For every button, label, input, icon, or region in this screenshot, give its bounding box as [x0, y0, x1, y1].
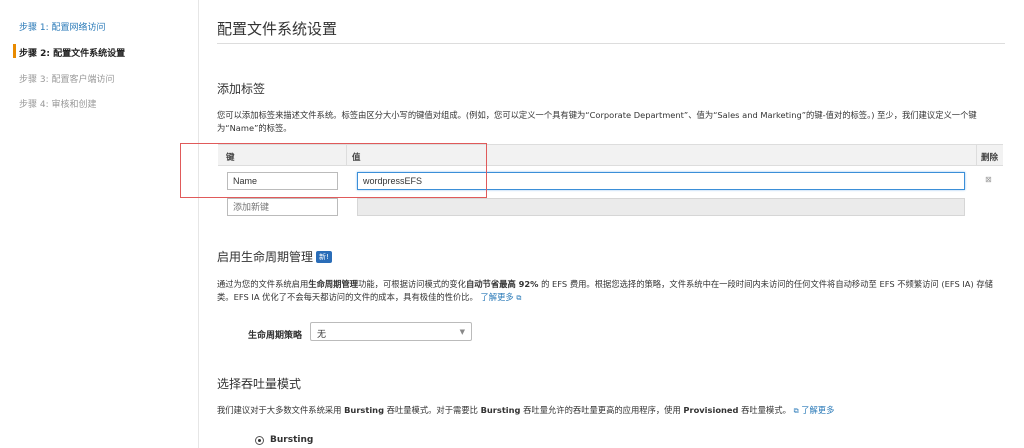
new-tag-key-input[interactable] — [227, 198, 338, 216]
lifecycle-description: 通过为您的文件系统启用生命周期管理功能，可根据访问模式的变化自动节省最高 92%… — [217, 278, 1007, 305]
sidebar-step-2[interactable]: 步骤 2: 配置文件系统设置 — [19, 46, 125, 59]
tags-heading: 添加标签 — [217, 82, 266, 96]
throughput-desc-bold: Bursting — [344, 405, 385, 415]
throughput-desc-part: 吞吐量模式。 — [738, 405, 791, 415]
sidebar-divider — [198, 0, 199, 448]
new-badge: 新! — [316, 251, 332, 263]
lifecycle-desc-bold: 自动节省最高 92% — [465, 279, 539, 289]
lifecycle-policy-label: 生命周期策略 — [248, 331, 303, 341]
lifecycle-heading-text: 启用生命周期管理 — [217, 250, 314, 264]
throughput-desc-part: 吞吐量模式。对于需要比 — [384, 405, 481, 415]
sidebar-step-1[interactable]: 步骤 1: 配置网络访问 — [19, 20, 105, 33]
column-delete: 删除 — [981, 153, 999, 163]
sidebar-step-4: 步骤 4: 审核和创建 — [19, 100, 97, 110]
tags-description: 您可以添加标签来描述文件系统。标签由区分大小写的键值对组成。(例如，您可以定义一… — [217, 110, 977, 133]
bursting-radio[interactable] — [255, 436, 264, 445]
column-divider — [976, 145, 977, 165]
lifecycle-desc-part: 功能，可根据访问模式的变化 — [358, 279, 466, 289]
page-title: 配置文件系统设置 — [217, 20, 338, 38]
sidebar-step-3: 步骤 3: 配置客户端访问 — [19, 75, 115, 85]
lifecycle-heading: 启用生命周期管理 新! — [217, 248, 332, 265]
title-divider — [217, 43, 1005, 44]
throughput-desc-part: 吞吐量允许的吞吐量更高的应用程序，使用 — [520, 405, 684, 415]
lifecycle-learn-more-link[interactable]: 了解更多 — [481, 292, 514, 302]
throughput-desc-part: 我们建议对于大多数文件系统采用 — [217, 405, 345, 415]
external-link-icon: ⧉ — [516, 294, 522, 302]
lifecycle-policy-value: 无 — [317, 330, 327, 340]
throughput-description: 我们建议对于大多数文件系统采用 Bursting 吞吐量模式。对于需要比 Bur… — [217, 404, 1007, 418]
wizard-sidebar: 步骤 1: 配置网络访问 步骤 2: 配置文件系统设置 步骤 3: 配置客户端访… — [0, 0, 190, 448]
highlight-box — [180, 143, 487, 198]
lifecycle-policy-select[interactable]: 无 ▼ — [310, 322, 472, 341]
delete-tag-icon[interactable]: ⊠ — [985, 175, 992, 184]
new-tag-value-input — [357, 198, 965, 216]
external-link-icon: ⧉ — [793, 407, 799, 415]
lifecycle-desc-part: 通过为您的文件系统启用 — [217, 279, 309, 289]
active-step-indicator — [13, 44, 16, 58]
lifecycle-desc-bold: 生命周期管理 — [308, 279, 359, 289]
chevron-down-icon: ▼ — [459, 328, 465, 336]
throughput-desc-bold: Bursting — [480, 405, 521, 415]
throughput-learn-more-link[interactable]: 了解更多 — [801, 405, 834, 415]
throughput-heading: 选择吞吐量模式 — [217, 377, 302, 391]
bursting-radio-label[interactable]: Bursting — [270, 435, 313, 445]
throughput-desc-bold: Provisioned — [683, 405, 739, 415]
